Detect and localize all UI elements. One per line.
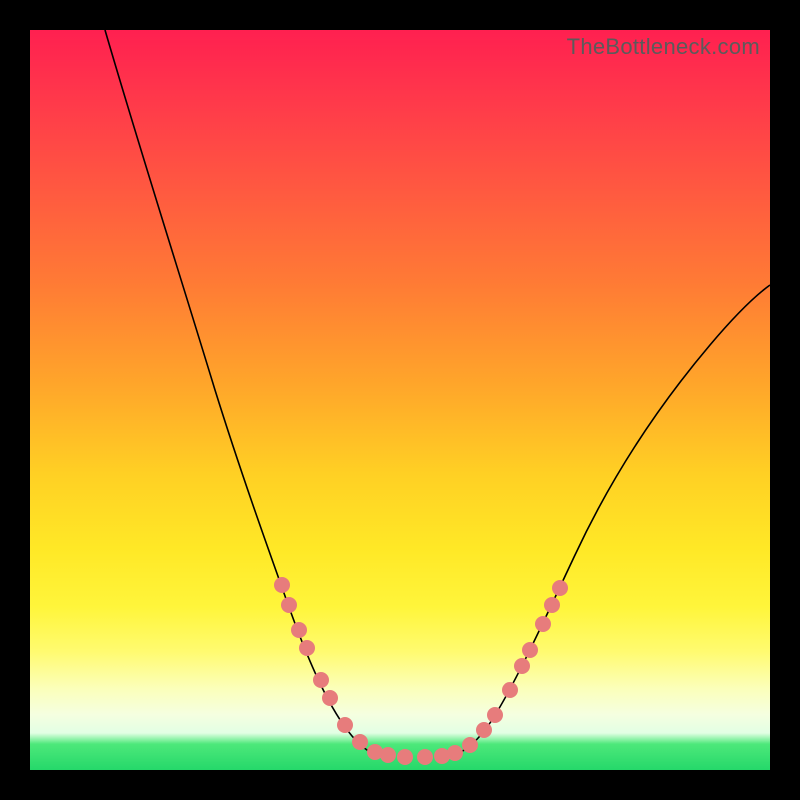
- marker-dot: [397, 749, 413, 765]
- marker-dot: [502, 682, 518, 698]
- marker-dot: [522, 642, 538, 658]
- marker-dot: [535, 616, 551, 632]
- left-curve: [105, 30, 382, 756]
- marker-dot: [281, 597, 297, 613]
- plot-area: TheBottleneck.com: [30, 30, 770, 770]
- marker-dot: [337, 717, 353, 733]
- marker-dot: [380, 747, 396, 763]
- marker-dot: [291, 622, 307, 638]
- marker-dot: [462, 737, 478, 753]
- right-curve: [450, 285, 770, 756]
- marker-dot: [417, 749, 433, 765]
- curve-layer: [105, 30, 770, 756]
- marker-layer: [274, 577, 568, 765]
- marker-dot: [447, 745, 463, 761]
- marker-dot: [544, 597, 560, 613]
- marker-dot: [514, 658, 530, 674]
- marker-dot: [476, 722, 492, 738]
- marker-dot: [487, 707, 503, 723]
- chart-svg: [30, 30, 770, 770]
- marker-dot: [352, 734, 368, 750]
- marker-dot: [322, 690, 338, 706]
- marker-dot: [313, 672, 329, 688]
- marker-dot: [299, 640, 315, 656]
- marker-dot: [274, 577, 290, 593]
- marker-dot: [552, 580, 568, 596]
- chart-root: TheBottleneck.com: [0, 0, 800, 800]
